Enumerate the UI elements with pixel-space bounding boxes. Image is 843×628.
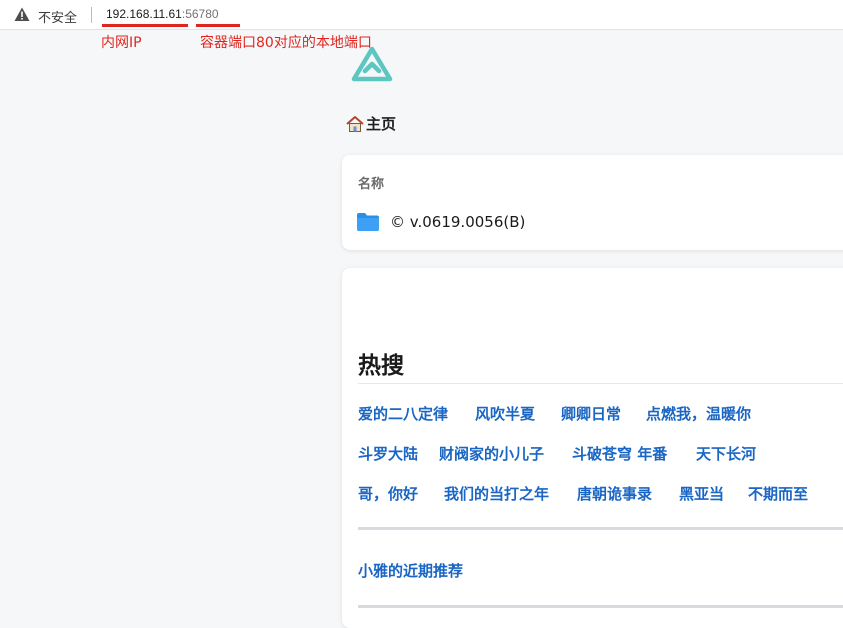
breadcrumb-home-link[interactable]: 主页 — [366, 113, 396, 134]
url-field[interactable]: 192.168.11.61:56780 — [106, 7, 219, 21]
recent-recommendations-link[interactable]: 小雅的近期推荐 — [358, 560, 463, 581]
breadcrumb: 主页 — [346, 113, 396, 134]
hot-search-tag[interactable]: 风吹半夏 — [475, 403, 535, 424]
name-column-header[interactable]: 名称 — [358, 173, 384, 192]
hot-search-tag[interactable]: 黑亚当 — [679, 483, 724, 504]
hot-search-card: 热搜 爱的二八定律 风吹半夏 卿卿日常 点燃我，温暖你 斗罗大陆 财阀家的小儿子… — [342, 268, 843, 628]
hot-search-tag[interactable]: 斗破苍穹 年番 — [572, 443, 667, 464]
site-logo-icon[interactable] — [351, 46, 393, 82]
hot-search-tag[interactable]: 卿卿日常 — [561, 403, 621, 424]
port-annotation: 容器端口80对应的本地端口 — [200, 35, 372, 51]
section-divider — [358, 527, 843, 530]
file-name: © v.0619.0056(B) — [390, 213, 526, 231]
title-divider — [358, 383, 843, 384]
house-icon — [346, 115, 364, 132]
ip-annotation: 内网IP — [101, 35, 142, 51]
hot-search-tag[interactable]: 斗罗大陆 — [358, 443, 418, 464]
security-status-label[interactable]: 不安全 — [38, 7, 77, 26]
url-host: 192.168.11.61 — [106, 7, 182, 21]
port-underline — [196, 24, 240, 27]
hot-search-tag[interactable]: 天下长河 — [696, 443, 756, 464]
address-divider — [91, 7, 92, 23]
section-divider — [358, 605, 843, 608]
hot-search-title: 热搜 — [358, 353, 404, 379]
url-port: :56780 — [181, 7, 219, 21]
warning-icon[interactable] — [14, 7, 30, 22]
list-item[interactable]: © v.0619.0056(B) — [356, 212, 525, 232]
folder-icon — [357, 213, 379, 231]
ip-underline — [102, 24, 188, 27]
hot-search-tag[interactable]: 我们的当打之年 — [444, 483, 549, 504]
hot-search-tag[interactable]: 哥，你好 — [358, 483, 418, 504]
hot-search-tag[interactable]: 唐朝诡事录 — [577, 483, 652, 504]
file-list-card: 名称 © v.0619.0056(B) — [342, 155, 843, 250]
hot-search-tag[interactable]: 点燃我，温暖你 — [646, 403, 751, 424]
hot-search-tag[interactable]: 爱的二八定律 — [358, 403, 448, 424]
hot-search-tag[interactable]: 财阀家的小儿子 — [439, 443, 544, 464]
hot-search-tag[interactable]: 不期而至 — [748, 483, 808, 504]
